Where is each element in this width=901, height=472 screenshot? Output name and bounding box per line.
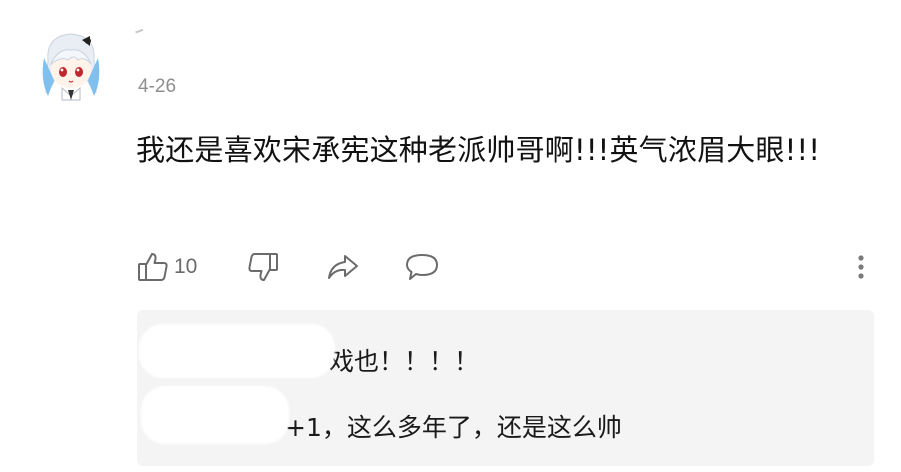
share-button[interactable]: [326, 245, 360, 289]
speech-bubble-icon: [404, 250, 440, 284]
redacted-username: [139, 324, 335, 378]
vertical-ellipsis-icon: [856, 250, 866, 284]
reply-item[interactable]: +1，这么多年了，还是这么帅: [285, 408, 622, 444]
dislike-button[interactable]: [246, 245, 280, 289]
reply-button[interactable]: [404, 245, 440, 289]
reply-item[interactable]: 戏也！！！！: [329, 342, 479, 378]
comment-text: 我还是喜欢宋承宪这种老派帅哥啊!!!英气浓眉大眼!!!: [136, 133, 821, 167]
username[interactable]: [135, 28, 145, 38]
more-options-button[interactable]: [856, 245, 866, 289]
share-arrow-icon: [326, 250, 360, 284]
thumbs-down-icon: [246, 250, 280, 284]
thumbs-up-icon: [136, 250, 170, 284]
reply-text: 戏也！！！！: [329, 347, 480, 376]
like-button[interactable]: 10: [136, 245, 197, 289]
user-avatar[interactable]: [38, 30, 104, 102]
comment-date: 4-26: [138, 76, 177, 97]
redacted-username: [141, 386, 289, 444]
reply-text: +1，这么多年了，还是这么帅: [285, 413, 622, 442]
reply-preview-box[interactable]: 戏也！！！！ +1，这么多年了，还是这么帅: [137, 310, 874, 466]
like-count: 10: [174, 255, 198, 278]
comment-actions: 10: [136, 245, 876, 289]
